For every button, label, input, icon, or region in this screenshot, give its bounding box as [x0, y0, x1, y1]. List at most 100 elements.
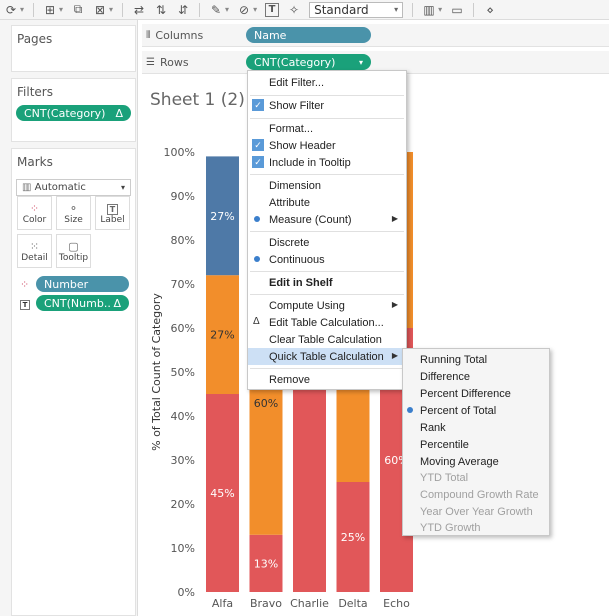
share-icon[interactable]: ⋄ [482, 1, 498, 19]
radio-dot-icon [254, 216, 260, 222]
submenu-arrow-icon: ▶ [391, 214, 398, 223]
submenu-moving-average[interactable]: Moving Average [403, 453, 549, 470]
show-labels-icon[interactable]: T [264, 1, 280, 19]
menu-continuous[interactable]: Continuous [248, 251, 406, 268]
submenu-rank[interactable]: Rank [403, 419, 549, 436]
pages-card[interactable]: Pages [11, 25, 136, 72]
new-worksheet-icon[interactable]: ⊞ [42, 1, 58, 19]
label-button[interactable]: T Label [95, 196, 130, 230]
menu-show-filter[interactable]: ✓ Show Filter [248, 97, 406, 114]
menu-show-header[interactable]: ✓ Show Header [248, 137, 406, 154]
checkmark-icon: ✓ [252, 139, 264, 151]
detail-button[interactable]: ⁙ Detail [17, 234, 52, 268]
menu-discrete[interactable]: Discrete [248, 234, 406, 251]
sort-ascending-icon[interactable]: ⇅ [153, 1, 169, 19]
marks-title: Marks [17, 155, 53, 169]
filter-pill[interactable]: CNT(Category) Δ [16, 105, 131, 121]
chevron-down-icon[interactable]: ▾ [359, 58, 363, 67]
submenu-percent-of-total[interactable]: Percent of Total [403, 402, 549, 419]
menu-measure-count[interactable]: Measure (Count) ▶ [248, 211, 406, 228]
menu-edit-table-calculation[interactable]: Δ Edit Table Calculation... [248, 314, 406, 331]
pill-context-menu: Edit Filter... ✓ Show Filter Format... ✓ S… [247, 70, 407, 390]
bar-chart-icon: ▥ [22, 182, 35, 193]
menu-edit-filter[interactable]: Edit Filter... [248, 74, 406, 91]
submenu-running-total[interactable]: Running Total [403, 351, 549, 368]
swap-icon[interactable]: ⇄ [131, 1, 147, 19]
size-button[interactable]: ⚬ Size [56, 196, 91, 230]
view-size-select[interactable]: Standard ▾ [309, 1, 404, 18]
filters-card[interactable]: Filters CNT(Category) Δ [11, 78, 136, 142]
presentation-icon[interactable]: ▭ [449, 1, 465, 19]
menu-attribute[interactable]: Attribute [248, 194, 406, 211]
y-tick-label: 70% [171, 278, 195, 291]
menu-dimension[interactable]: Dimension [248, 177, 406, 194]
pin-icon[interactable]: ✧ [286, 1, 302, 19]
y-tick-label: 100% [164, 146, 195, 159]
y-tick-label: 80% [171, 234, 195, 247]
x-category-label: Bravo [250, 597, 282, 610]
rows-shelf-label: ☰ Rows [146, 55, 189, 69]
marks-card: Marks ▥ Automatic ▾ ⁘ Color ⚬ Size T Lab… [11, 148, 136, 616]
chevron-down-icon[interactable]: ▾ [20, 5, 24, 14]
chevron-down-icon[interactable]: ▾ [59, 5, 63, 14]
duplicate-icon[interactable]: ⧉ [70, 1, 86, 19]
columns-pill-label: Name [254, 28, 287, 42]
menu-compute-using[interactable]: Compute Using ▶ [248, 297, 406, 314]
menu-clear-table-calculation[interactable]: Clear Table Calculation [248, 331, 406, 348]
chevron-down-icon[interactable]: ▾ [438, 5, 442, 14]
quick-table-calc-submenu: Running Total Difference Percent Differe… [402, 348, 550, 536]
mark-type-select[interactable]: ▥ Automatic ▾ [16, 179, 131, 196]
toolbar-divider [412, 2, 414, 17]
text-icon: T [107, 202, 118, 215]
y-tick-label: 20% [171, 498, 195, 511]
group-icon[interactable]: ⊘ [236, 1, 252, 19]
chevron-down-icon[interactable]: ▾ [225, 5, 229, 14]
toolbar-divider [122, 2, 124, 17]
radio-dot-icon [407, 407, 413, 413]
menu-separator [250, 174, 404, 175]
submenu-percentile[interactable]: Percentile [403, 436, 549, 453]
filters-title: Filters [17, 85, 53, 99]
color-label: Color [22, 214, 47, 225]
sort-descending-icon[interactable]: ⇵ [175, 1, 191, 19]
checkmark-icon: ✓ [252, 99, 264, 111]
y-tick-label: 0% [178, 586, 195, 599]
color-button[interactable]: ⁘ Color [17, 196, 52, 230]
count-pill[interactable]: CNT(Numb.. Δ [36, 295, 129, 311]
menu-quick-table-calculation[interactable]: Quick Table Calculation ▶ [248, 348, 406, 365]
menu-format[interactable]: Format... [248, 120, 406, 137]
count-pill-label: CNT(Numb.. [44, 296, 111, 310]
columns-icon: ⦀ [146, 29, 151, 41]
submenu-difference[interactable]: Difference [403, 368, 549, 385]
table-calc-icon: Δ [115, 106, 123, 120]
chevron-down-icon[interactable]: ▾ [109, 5, 113, 14]
bar-data-label: 60% [254, 397, 278, 410]
menu-separator [250, 294, 404, 295]
menu-edit-in-shelf[interactable]: Edit in Shelf [248, 274, 406, 291]
submenu-percent-difference[interactable]: Percent Difference [403, 385, 549, 402]
label-label: Label [100, 214, 125, 225]
y-tick-label: 40% [171, 410, 195, 423]
show-me-icon[interactable]: ▥ [421, 1, 437, 19]
toolbar-divider [199, 2, 201, 17]
clear-sheet-icon[interactable]: ⊠ [92, 1, 108, 19]
left-panel: Pages Filters CNT(Category) Δ Marks ▥ Au… [0, 20, 138, 616]
tooltip-label: Tooltip [58, 252, 89, 263]
rows-count-pill[interactable]: CNT(Category) ▾ [246, 54, 371, 70]
columns-shelf[interactable]: ⦀ Columns Name [142, 24, 609, 47]
highlight-icon[interactable]: ✎ [208, 1, 224, 19]
chevron-down-icon[interactable]: ▾ [253, 5, 257, 14]
x-category-label: Echo [383, 597, 410, 610]
refresh-icon[interactable]: ⟳ [3, 1, 19, 19]
number-pill[interactable]: Number [36, 276, 129, 292]
menu-include-in-tooltip[interactable]: ✓ Include in Tooltip [248, 154, 406, 171]
menu-separator [250, 368, 404, 369]
y-tick-label: 30% [171, 454, 195, 467]
menu-remove[interactable]: Remove [248, 371, 406, 388]
tooltip-button[interactable]: ▢ Tooltip [56, 234, 91, 268]
filter-pill-label: CNT(Category) [24, 106, 106, 120]
columns-name-pill[interactable]: Name [246, 27, 371, 43]
toolbar: ⟳ ▾ ⊞ ▾ ⧉ ⊠ ▾ ⇄ ⇅ ⇵ ✎ ▾ ⊘ ▾ T ✧ Standard ▾ ▥ ▾… [0, 0, 609, 20]
rows-icon: ☰ [146, 56, 155, 68]
toolbar-divider [33, 2, 35, 17]
